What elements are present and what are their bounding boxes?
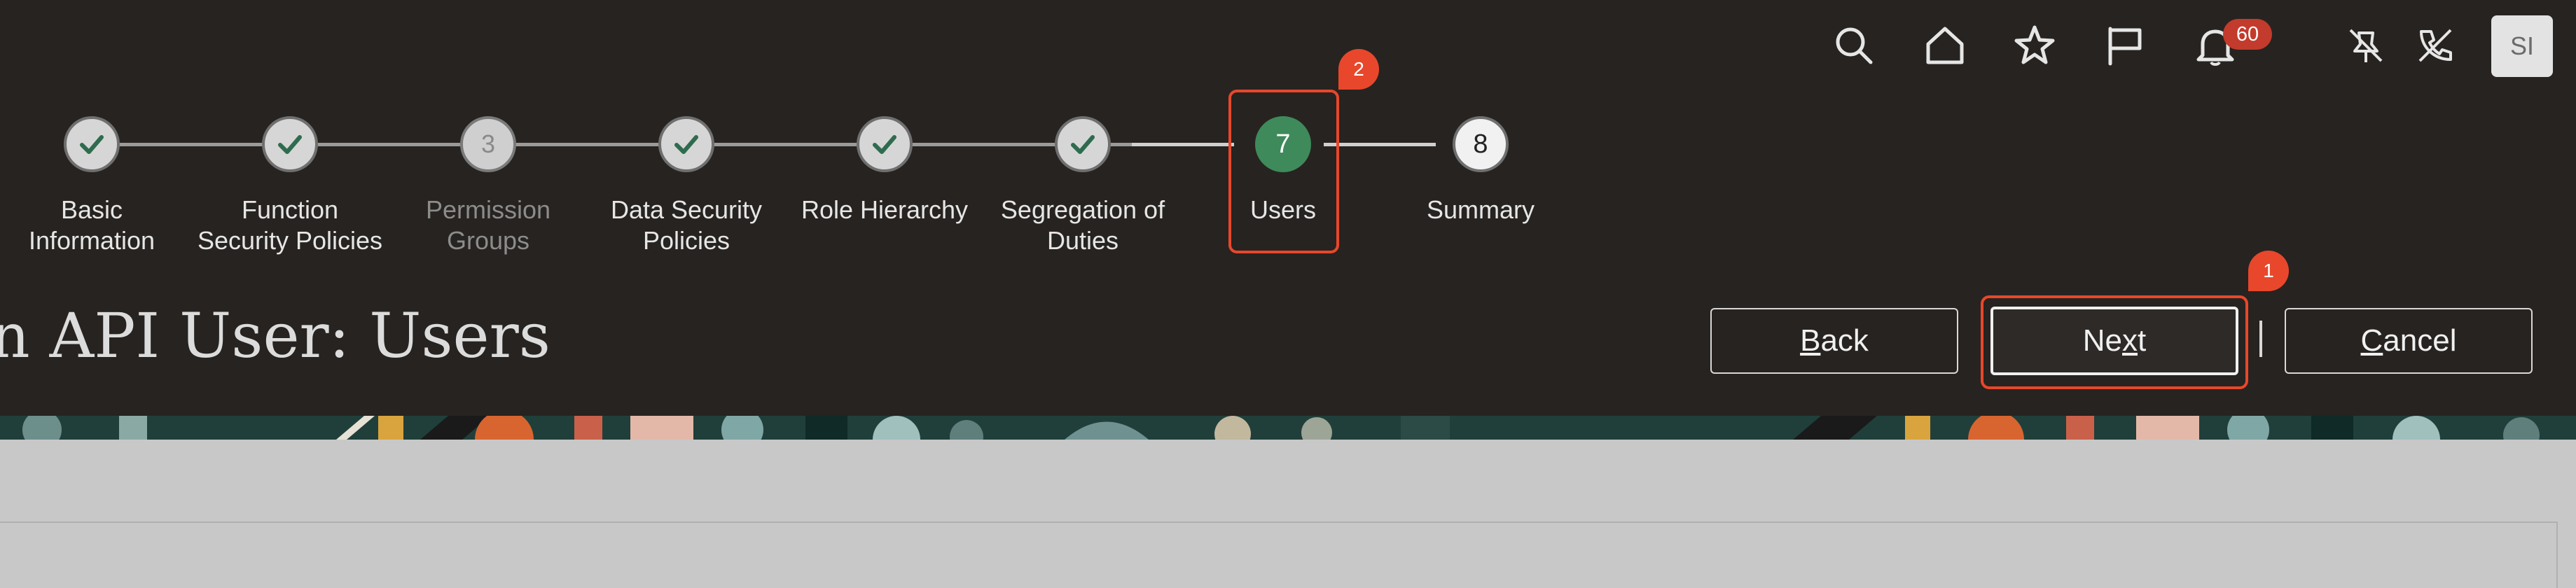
train-step-8-number[interactable]: 8 [1453,116,1509,172]
back-accel-key: B [1800,323,1821,358]
train-connector-active [1324,143,1436,146]
next-button[interactable]: Ne x t [1990,307,2238,375]
train-step-7-number[interactable]: 7 [1255,116,1311,172]
train-step-4-label-line1: Data Security [610,195,763,224]
back-label-rest: ack [1820,323,1869,358]
train-step-2-label[interactable]: Function Security Policies [192,195,388,256]
train-step-5-checkmark-icon[interactable] [857,116,913,172]
notification-count-badge: 60 [2223,19,2272,50]
cancel-button[interactable]: Cancel [2285,308,2533,374]
cancel-label-rest: ancel [2383,323,2457,358]
train-step-6-label-line1: Segregation of [1000,195,1165,224]
train-step-3-label-line2: Groups [446,226,530,255]
home-icon[interactable] [1920,21,1969,70]
next-accel-key: x [2122,323,2138,358]
back-button[interactable]: Back [1710,308,1958,374]
star-icon[interactable] [2010,21,2059,70]
cancel-accel-key: C [2360,323,2383,358]
train-step-4-label-line2: Policies [642,226,730,255]
flag-icon[interactable] [2100,21,2149,70]
next-label-pre: Ne [2082,323,2122,358]
train-connector [92,143,1132,146]
next-label-rest: t [2138,323,2147,358]
train-connector-active [1132,143,1234,146]
train-step-8-label-line1: Summary [1426,195,1535,224]
train-step-2-label-line1: Function [241,195,339,224]
train-step-1-label[interactable]: Basic Information [0,195,190,256]
train-step-7-label[interactable]: Users [1185,195,1381,225]
avatar[interactable]: SI [2491,15,2553,77]
train-step-7-label-line1: Users [1249,195,1316,224]
button-divider [2259,321,2262,357]
train-step-2-checkmark-icon[interactable] [262,116,318,172]
train-step-6-checkmark-icon[interactable] [1055,116,1111,172]
train-step-3-label-line1: Permission [425,195,551,224]
train-step-6-label-line2: Duties [1046,226,1119,255]
train-step-3-label: Permission Groups [390,195,586,256]
page-header: 60 SI Basic Information Function Securit… [0,0,2576,416]
train-step-5-label[interactable]: Role Hierarchy [787,195,983,225]
train-step-5-label-line1: Role Hierarchy [801,195,969,224]
train-step-3-number: 3 [460,116,516,172]
page-title: n API User: Users [0,300,550,372]
phone-off-icon[interactable] [2411,21,2460,70]
content-panel [0,522,2558,588]
train-step-4-label[interactable]: Data Security Policies [588,195,784,256]
users-callout-badge: 2 [1338,49,1379,90]
train-step-4-checkmark-icon[interactable] [658,116,714,172]
decorative-banner-image [0,416,2576,440]
train-step-1-checkmark-icon[interactable] [64,116,120,172]
pin-off-icon[interactable] [2341,21,2390,70]
next-callout-badge: 1 [2248,251,2289,291]
train-step-2-label-line2: Security Policies [197,226,383,255]
train-step-1-label-line2: Information [28,226,155,255]
train-step-1-label-line1: Basic [60,195,123,224]
search-icon[interactable] [1829,21,1878,70]
train-step-8-label[interactable]: Summary [1383,195,1579,225]
train-step-6-label[interactable]: Segregation of Duties [985,195,1181,256]
